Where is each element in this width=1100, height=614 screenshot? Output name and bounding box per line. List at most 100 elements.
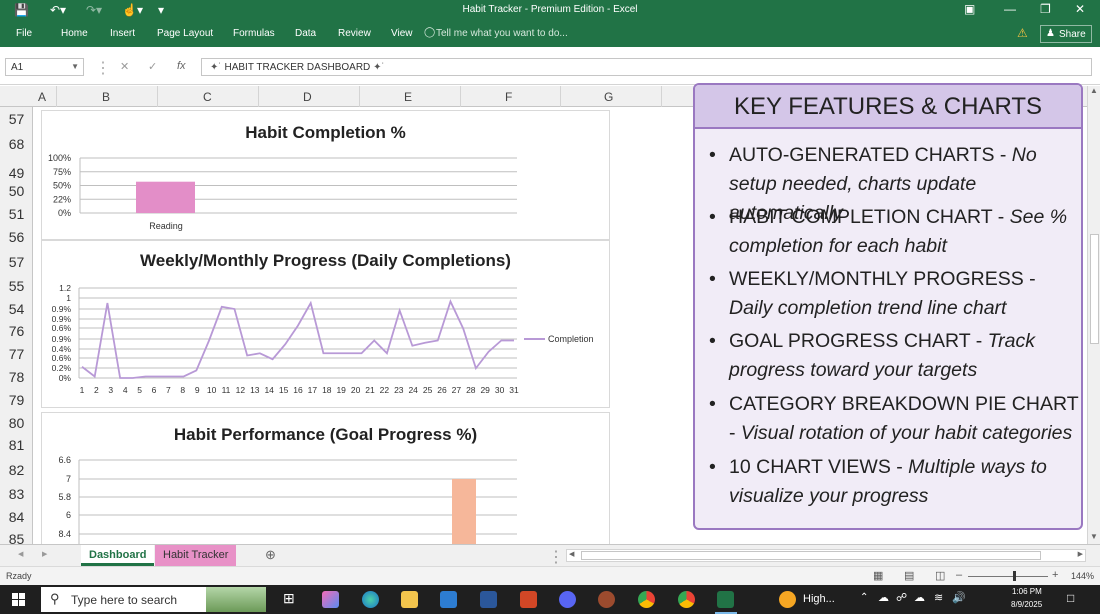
edge-icon[interactable] (362, 591, 379, 608)
powerpoint-icon[interactable] (520, 591, 537, 608)
row-header[interactable]: 54 (0, 301, 32, 317)
volume-icon[interactable]: 🔊 (952, 591, 966, 604)
chrome-icon[interactable] (638, 591, 655, 608)
row-header[interactable]: 80 (0, 415, 32, 431)
row-header[interactable]: 85 (0, 531, 32, 544)
scroll-up-icon[interactable]: ▲ (1090, 86, 1098, 95)
scroll-right-icon[interactable]: ▶ (1078, 550, 1083, 558)
habit-completion-chart[interactable]: Habit Completion % 100% 75% 50% 22% 0% Readin… (41, 110, 610, 240)
tab-formulas[interactable]: Formulas (233, 28, 275, 39)
scroll-down-icon[interactable]: ▼ (1090, 532, 1098, 541)
zoom-level[interactable]: 144% (1071, 571, 1094, 581)
ribbon-display-icon[interactable]: ▣ (964, 2, 975, 16)
tab-review[interactable]: Review (338, 28, 371, 39)
sheet-tab-dashboard[interactable]: Dashboard (81, 545, 155, 566)
column-header[interactable]: F (505, 90, 512, 104)
row-header[interactable]: 77 (0, 346, 32, 362)
row-header[interactable]: 82 (0, 462, 32, 478)
windows-start-icon[interactable] (12, 593, 26, 607)
minimize-icon[interactable]: — (1004, 2, 1016, 16)
weekly-progress-chart[interactable]: Weekly/Monthly Progress (Daily Completio… (41, 240, 610, 408)
zoom-slider-thumb[interactable] (1013, 571, 1016, 581)
row-header[interactable]: 79 (0, 392, 32, 408)
x-tick-label: 24 (408, 385, 418, 395)
row-header[interactable]: 83 (0, 486, 32, 502)
column-header[interactable]: E (404, 90, 412, 104)
row-header[interactable]: 56 (0, 229, 32, 245)
mail-icon[interactable] (440, 591, 457, 608)
wifi-icon[interactable]: ≋ (934, 591, 943, 604)
tray-app-icon[interactable]: ☁ (878, 591, 889, 604)
tab-home[interactable]: Home (61, 28, 88, 39)
row-header[interactable]: 78 (0, 369, 32, 385)
task-view-icon[interactable]: ⊞ (283, 590, 295, 607)
share-button[interactable]: ♟ Share (1040, 25, 1092, 43)
row-header[interactable]: 68 (0, 136, 32, 152)
file-explorer-icon[interactable] (401, 591, 418, 608)
scroll-thumb[interactable] (1090, 234, 1099, 344)
add-sheet-icon[interactable]: ⊕ (265, 547, 276, 563)
prev-sheet-icon[interactable]: ◀ (18, 550, 23, 558)
key-features-panel[interactable]: KEY FEATURES & CHARTS • AUTO-GENERATED CH… (693, 83, 1083, 530)
app-icon[interactable] (598, 591, 615, 608)
horizontal-scrollbar[interactable]: ◀ ▶ (566, 549, 1086, 562)
normal-view-icon[interactable]: ▦ (873, 569, 883, 582)
column-header[interactable]: G (604, 90, 613, 104)
scroll-left-icon[interactable]: ◀ (569, 550, 574, 558)
warning-icon[interactable]: ⚠ (1017, 26, 1028, 40)
tab-page-layout[interactable]: Page Layout (157, 28, 213, 39)
tab-data[interactable]: Data (295, 28, 316, 39)
row-header[interactable]: 50 (0, 183, 32, 199)
column-header[interactable]: B (102, 90, 110, 104)
notification-icon[interactable]: □ (1067, 591, 1074, 605)
sheet-tab-habit-tracker[interactable]: Habit Tracker (155, 545, 237, 566)
chevron-down-icon[interactable]: ▼ (71, 62, 79, 71)
app-running-icon[interactable] (779, 591, 796, 608)
cancel-icon[interactable]: ✕ (120, 60, 129, 73)
close-icon[interactable]: ✕ (1075, 2, 1085, 16)
taskbar-search[interactable]: ⚲ Type here to search (41, 587, 266, 612)
word-icon[interactable] (480, 591, 497, 608)
chevron-up-icon[interactable]: ⌃ (860, 592, 868, 603)
tab-split-icon[interactable]: ⋮ (548, 547, 564, 567)
column-header[interactable]: D (303, 90, 312, 104)
zoom-slider[interactable] (968, 576, 1048, 577)
chrome-profile-icon[interactable] (678, 591, 695, 608)
column-header[interactable]: A (38, 90, 46, 104)
row-header[interactable]: 84 (0, 509, 32, 525)
restore-icon[interactable]: ❐ (1040, 2, 1051, 16)
row-header[interactable]: 57 (0, 254, 32, 270)
next-sheet-icon[interactable]: ▶ (42, 550, 47, 558)
page-layout-view-icon[interactable]: ▤ (904, 569, 914, 582)
row-header[interactable]: 55 (0, 278, 32, 294)
row-header[interactable]: 76 (0, 323, 32, 339)
clock-date[interactable]: 8/9/2025 (1011, 600, 1042, 609)
vertical-scrollbar[interactable]: ▲ ▼ (1087, 86, 1100, 544)
tab-view[interactable]: View (391, 28, 413, 39)
copilot-icon[interactable] (322, 591, 339, 608)
column-header[interactable]: C (203, 90, 212, 104)
running-app-label[interactable]: High... (803, 593, 835, 605)
excel-icon[interactable] (717, 591, 734, 608)
tab-file[interactable]: File (16, 28, 32, 39)
onedrive-icon[interactable]: ☁ (914, 591, 925, 604)
insert-function-icon[interactable]: fx (177, 60, 186, 72)
row-header[interactable]: 51 (0, 206, 32, 222)
hscroll-thumb[interactable] (581, 551, 1041, 560)
page-break-view-icon[interactable]: ◫ (935, 569, 945, 582)
row-header[interactable]: 81 (0, 437, 32, 453)
row-header[interactable]: 49 (0, 165, 32, 181)
clock-time[interactable]: 1:06 PM (1012, 587, 1042, 596)
zoom-in-icon[interactable]: + (1052, 569, 1058, 581)
tell-me-search[interactable]: Tell me what you want to do... (436, 28, 568, 39)
drag-handle-icon[interactable]: ⋮ (95, 58, 111, 78)
formula-input[interactable]: ✦˙ HABIT TRACKER DASHBOARD ✦˙ (201, 58, 1092, 76)
name-box[interactable]: A1 ▼ (5, 58, 84, 76)
zoom-out-icon[interactable]: – (956, 569, 962, 581)
habit-performance-chart[interactable]: Habit Performance (Goal Progress %) 6.6 7… (41, 412, 610, 544)
network-icon[interactable]: ☍ (896, 591, 907, 604)
tab-insert[interactable]: Insert (110, 28, 135, 39)
discord-icon[interactable] (559, 591, 576, 608)
row-header[interactable]: 57 (0, 111, 32, 127)
enter-icon[interactable]: ✓ (148, 60, 157, 73)
